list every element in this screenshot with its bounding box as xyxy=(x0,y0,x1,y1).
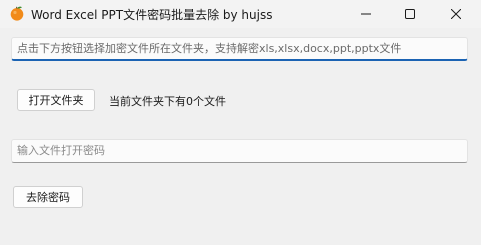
close-icon xyxy=(451,9,461,19)
remove-password-button[interactable]: 去除密码 xyxy=(13,186,83,208)
window-title: Word Excel PPT文件密码批量去除 by hujss xyxy=(31,8,273,22)
open-folder-button[interactable]: 打开文件夹 xyxy=(17,89,95,111)
file-count-status: 当前文件夹下有0个文件 xyxy=(109,95,226,108)
maximize-button[interactable] xyxy=(388,0,432,28)
close-button[interactable] xyxy=(434,0,478,28)
app-window: Word Excel PPT文件密码批量去除 by hujss 点击下方按钮选择… xyxy=(0,0,481,245)
minimize-button[interactable] xyxy=(344,0,388,28)
tangerine-icon xyxy=(9,5,25,21)
folder-path-input[interactable]: 点击下方按钮选择加密文件所在文件夹，支持解密xls,xlsx,docx,ppt,… xyxy=(11,37,468,61)
password-input[interactable]: 输入文件打开密码 xyxy=(11,139,468,163)
minimize-icon xyxy=(361,13,371,15)
maximize-icon xyxy=(405,9,415,19)
title-bar[interactable]: Word Excel PPT文件密码批量去除 by hujss xyxy=(0,0,481,28)
